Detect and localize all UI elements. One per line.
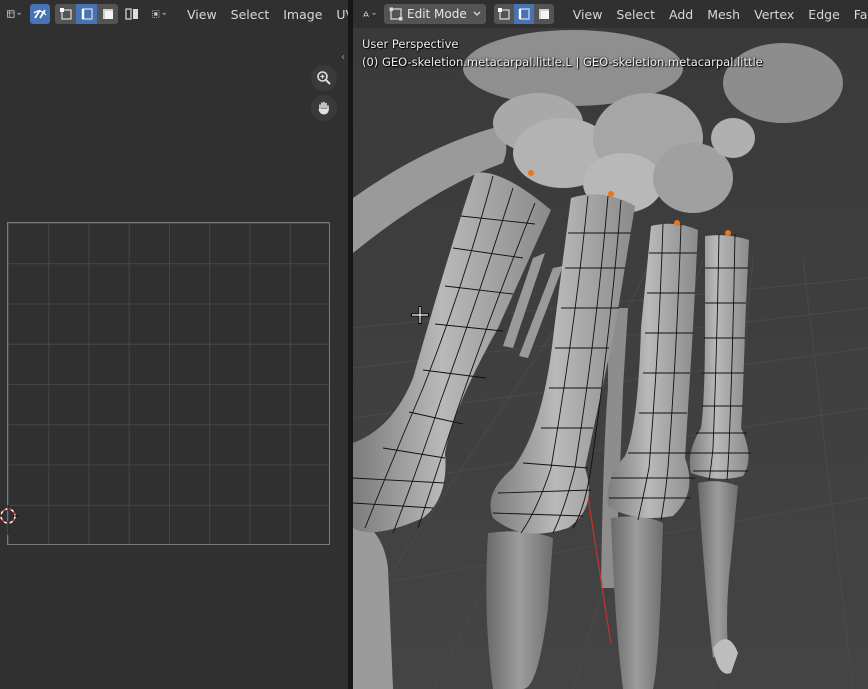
- zoom-icon: [317, 71, 331, 85]
- uv-sync-icon: [33, 9, 47, 19]
- mode-label: Edit Mode: [407, 7, 467, 21]
- sticky-select-icon: [152, 10, 160, 18]
- menu-uv[interactable]: UV: [329, 7, 348, 22]
- vertex-select-icon: [497, 8, 510, 20]
- vertex-select-button-3d[interactable]: [493, 4, 514, 24]
- zoom-view-button[interactable]: [311, 65, 337, 91]
- uv-editor-header: View Select Image UV: [0, 0, 348, 28]
- edge-select-icon: [81, 8, 93, 20]
- uv-editor-canvas[interactable]: [0, 28, 348, 689]
- edit-mode-icon: [389, 7, 403, 21]
- menu-select-3d[interactable]: Select: [609, 7, 662, 22]
- 3d-viewport[interactable]: User Perspective (0) GEO-skeletion.metac…: [353, 28, 868, 689]
- menu-vertex[interactable]: Vertex: [747, 7, 801, 22]
- mesh-select-mode-buttons: [493, 4, 554, 24]
- face-select-icon: [102, 9, 113, 19]
- viewport-scene: [353, 28, 868, 689]
- menu-face[interactable]: Face: [847, 7, 868, 22]
- hand-pan-icon: [318, 101, 329, 115]
- sticky-selection-dropdown[interactable]: [149, 4, 169, 24]
- pan-view-button[interactable]: [311, 95, 337, 121]
- crosshair-cursor-icon: [411, 306, 429, 324]
- chevron-down-icon: [16, 12, 21, 16]
- viewport-perspective-label: User Perspective: [362, 37, 459, 51]
- menu-add[interactable]: Add: [662, 7, 700, 22]
- menu-edge[interactable]: Edge: [801, 7, 846, 22]
- editor-type-dropdown[interactable]: [4, 4, 24, 24]
- menu-view-3d[interactable]: View: [566, 7, 610, 22]
- chevron-down-icon: [161, 12, 166, 16]
- face-select-button-3d[interactable]: [533, 4, 554, 24]
- menu-select[interactable]: Select: [224, 7, 277, 22]
- vertex-select-button[interactable]: [55, 4, 76, 24]
- edge-select-icon: [518, 8, 530, 20]
- select-mode-buttons: [55, 4, 118, 24]
- face-select-icon: [538, 9, 549, 19]
- island-select-button[interactable]: [122, 4, 142, 24]
- edge-select-button[interactable]: [76, 4, 97, 24]
- uv-grid: [7, 222, 330, 545]
- uv-sync-selection-toggle[interactable]: [30, 4, 50, 24]
- edge-select-button-3d[interactable]: [513, 4, 534, 24]
- viewport-object-label: (0) GEO-skeletion.metacarpal.little.L | …: [362, 55, 763, 69]
- editor-type-dropdown-3d[interactable]: [359, 4, 379, 24]
- vertex-select-icon: [59, 8, 72, 20]
- 3d-viewport-icon: [362, 11, 370, 17]
- 2d-cursor-icon[interactable]: [0, 505, 20, 535]
- menu-view[interactable]: View: [180, 7, 224, 22]
- island-select-icon: [125, 8, 138, 20]
- mode-dropdown[interactable]: Edit Mode: [384, 4, 486, 24]
- uv-editor-icon: [7, 10, 15, 18]
- region-toggle-icon[interactable]: ‹: [341, 52, 345, 63]
- menu-mesh[interactable]: Mesh: [700, 7, 747, 22]
- viewport-header: Edit Mode View Select Add Mesh Vertex Ed…: [353, 0, 868, 28]
- face-select-button[interactable]: [97, 4, 118, 24]
- menu-image[interactable]: Image: [276, 7, 329, 22]
- chevron-down-icon: [473, 11, 481, 16]
- chevron-down-icon: [372, 12, 376, 15]
